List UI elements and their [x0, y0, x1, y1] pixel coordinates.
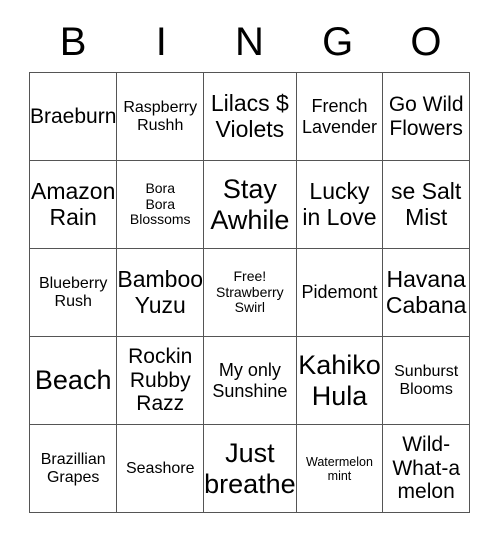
- bingo-cell[interactable]: Havana Cabana: [383, 249, 470, 337]
- bingo-cell-label: Wild- What-a melon: [392, 433, 460, 504]
- bingo-cell[interactable]: Blueberry Rush: [30, 249, 118, 337]
- bingo-cell[interactable]: Bamboo Yuzu: [117, 249, 205, 337]
- bingo-cell[interactable]: Rockin Rubby Razz: [117, 337, 205, 425]
- bingo-cell-label: Go Wild Flowers: [388, 92, 464, 140]
- bingo-cell-label: Raspberry Rushh: [123, 98, 198, 134]
- bingo-cell-label: Rockin Rubby Razz: [128, 345, 193, 416]
- bingo-cell[interactable]: Wild- What-a melon: [383, 425, 470, 513]
- bingo-cell-label: Havana Cabana: [385, 265, 467, 318]
- bingo-cell-label: Free! Strawberry Swirl: [216, 267, 284, 316]
- bingo-cell-label: Seashore: [125, 459, 195, 477]
- bingo-cell[interactable]: Go Wild Flowers: [383, 73, 470, 161]
- bingo-cell[interactable]: Just breathe: [204, 425, 297, 513]
- bingo-cell-label: French Lavender: [301, 96, 377, 137]
- bingo-cell-label: Watermelon mint: [306, 454, 373, 483]
- bingo-cell[interactable]: se Salt Mist: [383, 161, 470, 249]
- bingo-header: B I N G O: [29, 12, 470, 72]
- bingo-cell-label: Blueberry Rush: [38, 274, 108, 310]
- bingo-cell-label: Bamboo Yuzu: [117, 265, 204, 318]
- bingo-cell-label: Lilacs $ Violets: [210, 89, 289, 142]
- header-letter-g: G: [322, 20, 354, 64]
- bingo-cell[interactable]: Amazon Rain: [30, 161, 118, 249]
- header-letter-n: N: [235, 20, 264, 64]
- bingo-cell-label: Sunburst Blooms: [394, 362, 459, 398]
- bingo-cell-label: Braeburn: [30, 104, 117, 128]
- bingo-cell-label: Amazon Rain: [31, 177, 116, 230]
- bingo-cell[interactable]: Bora Bora Blossoms: [117, 161, 205, 249]
- bingo-cell[interactable]: Braeburn: [30, 73, 118, 161]
- bingo-grid: Braeburn Raspberry Rushh Lilacs $ Violets F…: [29, 72, 470, 513]
- bingo-cell-label: Brazillian Grapes: [40, 450, 106, 486]
- bingo-cell-label: se Salt Mist: [390, 177, 462, 230]
- bingo-cell[interactable]: Sunburst Blooms: [383, 337, 470, 425]
- header-letter-o: O: [410, 20, 442, 64]
- bingo-cell[interactable]: Stay Awhile: [204, 161, 297, 249]
- bingo-cell[interactable]: French Lavender: [296, 73, 384, 161]
- bingo-cell-label: Pidemont: [301, 282, 378, 303]
- bingo-cell[interactable]: Kahiko Hula: [296, 337, 384, 425]
- bingo-cell-label: Beach: [34, 365, 112, 396]
- bingo-cell-label: Bora Bora Blossoms: [129, 179, 191, 228]
- bingo-card: B I N G O Braeburn Raspberry Rushh Lilacs …: [29, 12, 470, 513]
- bingo-cell-free-space[interactable]: Free! Strawberry Swirl: [204, 249, 297, 337]
- bingo-cell-label: Just breathe: [204, 438, 296, 499]
- bingo-cell[interactable]: My only Sunshine: [204, 337, 297, 425]
- bingo-cell[interactable]: Lilacs $ Violets: [204, 73, 297, 161]
- bingo-cell-label: Stay Awhile: [210, 174, 290, 235]
- bingo-cell[interactable]: Beach: [30, 337, 118, 425]
- bingo-cell[interactable]: Pidemont: [296, 249, 384, 337]
- bingo-cell[interactable]: Watermelon mint: [296, 425, 384, 513]
- bingo-cell-label: Lucky in Love: [302, 177, 377, 230]
- bingo-cell[interactable]: Brazillian Grapes: [30, 425, 118, 513]
- bingo-cell[interactable]: Lucky in Love: [296, 161, 384, 249]
- bingo-cell-label: My only Sunshine: [212, 360, 288, 401]
- bingo-cell[interactable]: Raspberry Rushh: [117, 73, 205, 161]
- bingo-cell[interactable]: Seashore: [117, 425, 205, 513]
- bingo-cell-label: Kahiko Hula: [298, 350, 381, 411]
- header-letter-i: I: [155, 20, 167, 64]
- header-letter-b: B: [59, 20, 87, 64]
